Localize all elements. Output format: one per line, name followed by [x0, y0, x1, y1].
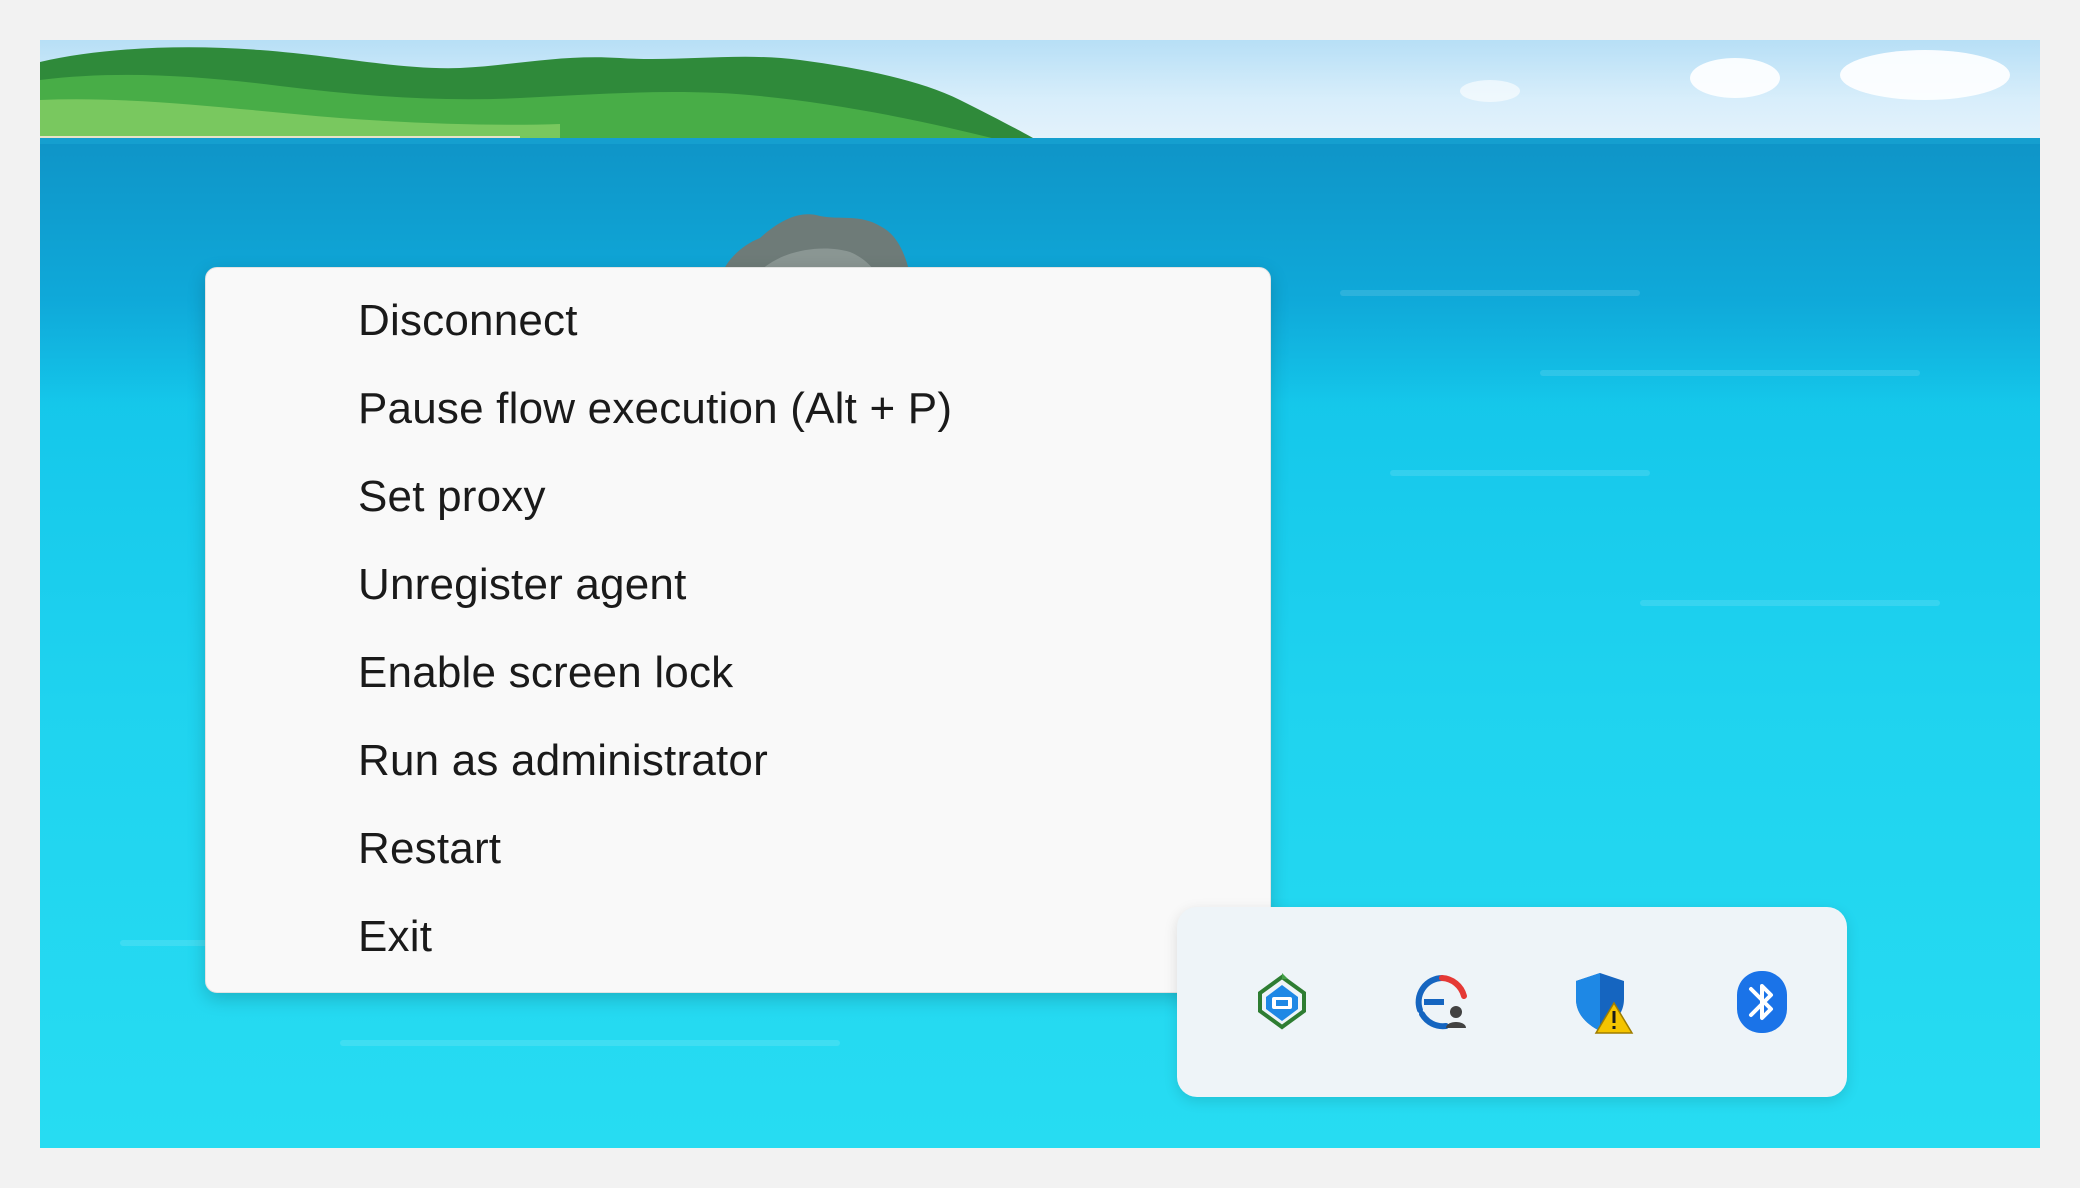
wallpaper-island	[40, 47, 1040, 142]
wallpaper-wave	[340, 1040, 840, 1046]
tray-context-menu: Disconnect Pause flow execution (Alt + P…	[205, 267, 1271, 993]
wallpaper-wave	[1540, 370, 1920, 376]
menu-item-label: Pause flow execution (Alt + P)	[358, 384, 953, 433]
power-automate-agent-icon[interactable]	[1247, 967, 1317, 1037]
wallpaper-cloud	[1460, 80, 1520, 102]
menu-item-label: Restart	[358, 824, 502, 873]
menu-item-set-proxy[interactable]: Set proxy	[206, 453, 1270, 541]
menu-item-label: Disconnect	[358, 296, 578, 345]
menu-item-pause-flow-execution[interactable]: Pause flow execution (Alt + P)	[206, 365, 1270, 453]
tray-overflow-flyout	[1177, 907, 1847, 1097]
menu-item-unregister-agent[interactable]: Unregister agent	[206, 541, 1270, 629]
menu-item-disconnect[interactable]: Disconnect	[206, 277, 1270, 365]
sync-user-icon[interactable]	[1407, 967, 1477, 1037]
wallpaper-wave	[1640, 600, 1940, 606]
menu-item-label: Exit	[358, 912, 433, 961]
bluetooth-icon[interactable]	[1727, 967, 1797, 1037]
menu-item-label: Enable screen lock	[358, 648, 734, 697]
menu-item-enable-screen-lock[interactable]: Enable screen lock	[206, 629, 1270, 717]
menu-item-label: Set proxy	[358, 472, 546, 521]
wallpaper-cloud	[1840, 50, 2010, 100]
menu-item-restart[interactable]: Restart	[206, 805, 1270, 893]
menu-item-exit[interactable]: Exit	[206, 893, 1270, 981]
menu-item-run-as-administrator[interactable]: Run as administrator	[206, 717, 1270, 805]
menu-item-label: Run as administrator	[358, 736, 768, 785]
wallpaper-cloud	[1690, 58, 1780, 98]
wallpaper-wave	[1340, 290, 1640, 296]
wallpaper-wave	[1390, 470, 1650, 476]
security-warning-shield-icon[interactable]	[1567, 967, 1637, 1037]
menu-item-label: Unregister agent	[358, 560, 687, 609]
